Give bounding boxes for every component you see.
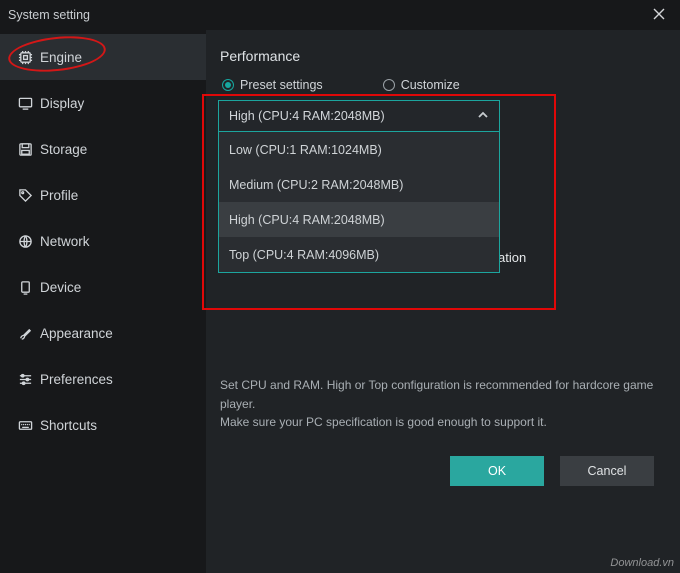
sidebar-item-label: Profile — [40, 188, 78, 203]
radio-preset-settings[interactable]: Preset settings — [222, 78, 323, 92]
cpu-icon — [18, 50, 40, 65]
cancel-button[interactable]: Cancel — [560, 456, 654, 486]
radio-dot-icon — [383, 79, 395, 91]
section-title-performance: Performance — [220, 48, 656, 64]
globe-icon — [18, 234, 40, 249]
sidebar-item-device[interactable]: Device — [0, 264, 206, 310]
radio-label: Customize — [401, 78, 460, 92]
sidebar-item-label: Network — [40, 234, 90, 249]
device-icon — [18, 280, 40, 295]
monitor-icon — [18, 96, 40, 111]
main-panel: Performance Preset settings Customize Hi… — [206, 30, 680, 573]
sidebar-item-shortcuts[interactable]: Shortcuts — [0, 402, 206, 448]
preset-combo[interactable]: High (CPU:4 RAM:2048MB) — [218, 100, 500, 132]
preset-dropdown-area: High (CPU:4 RAM:2048MB) Low (CPU:1 RAM:1… — [218, 100, 656, 132]
sidebar-item-label: Storage — [40, 142, 87, 157]
sidebar-item-display[interactable]: Display — [0, 80, 206, 126]
watermark-text: Download.vn — [610, 557, 674, 569]
sidebar: Engine Display Storage Profile Network — [0, 30, 206, 573]
combo-option-label: Top (CPU:4 RAM:4096MB) — [229, 248, 379, 262]
sidebar-item-label: Shortcuts — [40, 418, 97, 433]
close-button[interactable] — [646, 2, 672, 28]
sidebar-item-label: Device — [40, 280, 81, 295]
content-area: Engine Display Storage Profile Network — [0, 30, 680, 573]
radio-customize[interactable]: Customize — [383, 78, 460, 92]
brush-icon — [18, 326, 40, 341]
sidebar-item-network[interactable]: Network — [0, 218, 206, 264]
combo-option-high[interactable]: High (CPU:4 RAM:2048MB) — [219, 202, 499, 237]
combo-option-label: High (CPU:4 RAM:2048MB) — [229, 213, 385, 227]
preset-combo-list: Low (CPU:1 RAM:1024MB) Medium (CPU:2 RAM… — [218, 132, 500, 273]
tag-icon — [18, 188, 40, 203]
sidebar-item-profile[interactable]: Profile — [0, 172, 206, 218]
combo-option-label: Low (CPU:1 RAM:1024MB) — [229, 143, 382, 157]
combo-option-top[interactable]: Top (CPU:4 RAM:4096MB) — [219, 237, 499, 272]
sidebar-item-label: Appearance — [40, 326, 113, 341]
ok-button[interactable]: OK — [450, 456, 544, 486]
sidebar-item-appearance[interactable]: Appearance — [0, 310, 206, 356]
combo-option-label: Medium (CPU:2 RAM:2048MB) — [229, 178, 403, 192]
combo-option-medium[interactable]: Medium (CPU:2 RAM:2048MB) — [219, 167, 499, 202]
window-title: System setting — [8, 8, 646, 22]
chevron-up-icon — [477, 109, 489, 124]
radio-label: Preset settings — [240, 78, 323, 92]
sidebar-item-storage[interactable]: Storage — [0, 126, 206, 172]
radio-dot-icon — [222, 79, 234, 91]
sliders-icon — [18, 372, 40, 387]
sidebar-item-engine[interactable]: Engine — [0, 34, 206, 80]
sidebar-item-label: Engine — [40, 50, 82, 65]
sidebar-item-label: Preferences — [40, 372, 113, 387]
button-label: OK — [488, 464, 506, 478]
help-text: Set CPU and RAM. High or Top configurati… — [220, 376, 656, 432]
sidebar-item-label: Display — [40, 96, 84, 111]
save-icon — [18, 142, 40, 157]
sidebar-item-preferences[interactable]: Preferences — [0, 356, 206, 402]
keyboard-icon — [18, 418, 40, 433]
radio-group-mode: Preset settings Customize — [222, 78, 656, 92]
obscured-text-fragment: ation — [498, 250, 526, 265]
close-icon — [653, 8, 665, 23]
combo-selected-value: High (CPU:4 RAM:2048MB) — [229, 109, 385, 123]
title-bar: System setting — [0, 0, 680, 30]
help-line: Make sure your PC specification is good … — [220, 413, 656, 432]
help-line: Set CPU and RAM. High or Top configurati… — [220, 376, 656, 413]
combo-option-low[interactable]: Low (CPU:1 RAM:1024MB) — [219, 132, 499, 167]
dialog-button-row: OK Cancel — [218, 456, 656, 486]
button-label: Cancel — [588, 464, 627, 478]
